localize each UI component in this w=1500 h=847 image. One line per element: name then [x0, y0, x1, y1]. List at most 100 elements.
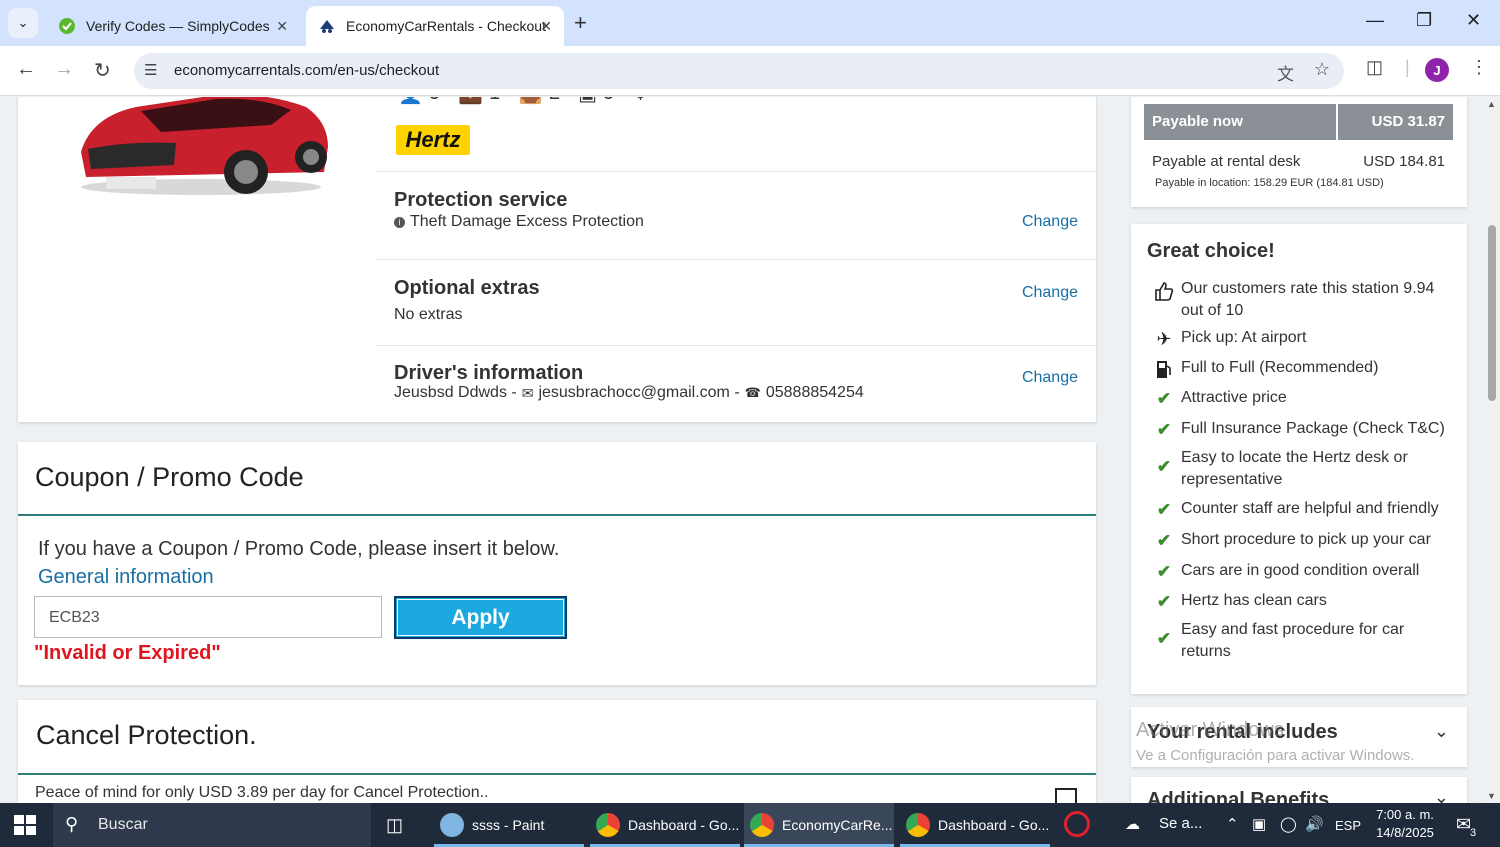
- reload-icon[interactable]: ↻: [94, 58, 111, 83]
- suitcase-icon: 💼: [458, 97, 483, 106]
- profile-avatar[interactable]: J: [1425, 58, 1449, 82]
- close-window-icon[interactable]: ✕: [1466, 10, 1481, 31]
- payable-location-note: Payable in location: 158.29 EUR (184.81 …: [1155, 177, 1384, 189]
- volume-icon[interactable]: 🔊: [1305, 815, 1324, 833]
- weather-icon[interactable]: ☁: [1125, 815, 1140, 833]
- language-indicator[interactable]: ESP: [1335, 818, 1361, 833]
- taskbar-search[interactable]: ⚲ Buscar: [53, 803, 371, 847]
- cancel-protection-title: Cancel Protection.: [36, 720, 257, 750]
- apply-button[interactable]: Apply: [394, 596, 567, 639]
- coupon-error-message: "Invalid or Expired": [34, 642, 221, 664]
- small-bags-spec: 👜 2: [518, 97, 560, 106]
- choice-item: ✔ Easy and fast procedure for car return…: [1147, 619, 1447, 663]
- choice-item-text: Attractive price: [1181, 389, 1287, 406]
- car-image: [81, 97, 328, 195]
- taskbar-app-label: ssss - Paint: [472, 817, 545, 833]
- driver-title: Driver's information: [394, 362, 584, 384]
- choice-item: ✔ Short procedure to pick up your car: [1147, 529, 1447, 551]
- doors-count: 5: [603, 97, 614, 105]
- section-rule: [18, 514, 1096, 516]
- driver-detail-row: Jeusbsd Ddwds - ✉ jesusbrachocc@gmail.co…: [394, 384, 864, 402]
- scroll-down-arrow-icon[interactable]: ▼: [1487, 791, 1496, 801]
- translate-icon[interactable]: 文: [1277, 60, 1294, 85]
- page-scrollbar[interactable]: ▲ ▼: [1484, 97, 1500, 803]
- additional-benefits-card[interactable]: Additional Benefits ⌄: [1131, 777, 1467, 803]
- taskbar-app-label: EconomyCarRe...: [782, 817, 893, 833]
- choice-item-text: Hertz has clean cars: [1181, 592, 1327, 609]
- info-icon: i: [394, 216, 405, 228]
- taskbar-app-label: Dashboard - Go...: [628, 817, 740, 833]
- payable-now-label: Payable now: [1152, 113, 1243, 130]
- driver-phone: 05888854254: [765, 384, 864, 401]
- car-door-icon: ▣: [578, 97, 597, 106]
- choice-item-text: Full Insurance Package (Check T&C): [1181, 420, 1445, 437]
- chevron-down-icon[interactable]: ⌄: [1434, 721, 1449, 742]
- extras-detail: No extras: [394, 306, 463, 323]
- task-view-icon[interactable]: ◫: [386, 815, 403, 836]
- meet-icon[interactable]: ◯: [1280, 815, 1297, 833]
- choice-item-text: Easy to locate the Hertz desk or represe…: [1181, 449, 1408, 488]
- payable-now-amount: USD 31.87: [1371, 113, 1445, 130]
- restore-icon[interactable]: ❐: [1416, 10, 1432, 31]
- more-menu-icon[interactable]: ⋮: [1470, 57, 1488, 78]
- windows-activation-watermark: Activar Windows: [1136, 719, 1284, 741]
- network-icon[interactable]: ▣: [1252, 815, 1266, 833]
- general-information-link[interactable]: General information: [38, 566, 214, 589]
- check-icon: ✔: [1156, 592, 1172, 611]
- chevron-up-icon[interactable]: ⌃: [1226, 815, 1239, 833]
- change-driver-link[interactable]: Change: [1022, 369, 1078, 387]
- url-text[interactable]: economycarrentals.com/en-us/checkout: [174, 62, 439, 79]
- weather-text[interactable]: Se a...: [1159, 815, 1202, 832]
- tab-search-button[interactable]: ⌄: [8, 8, 38, 38]
- taskbar-app-paint[interactable]: ssss - Paint: [434, 803, 584, 847]
- extras-title: Optional extras: [394, 277, 540, 299]
- notifications-icon[interactable]: ✉: [1456, 814, 1471, 835]
- change-extras-link[interactable]: Change: [1022, 284, 1078, 302]
- economycarrentals-favicon-icon: [318, 17, 336, 35]
- payable-now-bar: Payable now USD 31.87: [1144, 104, 1453, 140]
- doors-spec: ▣ 5: [578, 97, 614, 106]
- phone-icon: ☎: [744, 385, 761, 400]
- taskbar-clock[interactable]: 7:00 a. m. 14/8/2025: [1375, 806, 1435, 842]
- back-arrow-icon[interactable]: ←: [16, 58, 36, 81]
- coupon-title: Coupon / Promo Code: [35, 462, 304, 492]
- scroll-up-arrow-icon[interactable]: ▲: [1487, 99, 1496, 109]
- simplycodes-favicon-icon: [58, 17, 76, 35]
- tab-verify-codes[interactable]: Verify Codes — SimplyCodes ✕: [46, 6, 300, 46]
- tab-economycarrentals[interactable]: EconomyCarRentals - Checkout ✕: [306, 6, 564, 46]
- chrome-icon: [906, 813, 930, 837]
- address-bar[interactable]: ☰ economycarrentals.com/en-us/checkout 文…: [134, 53, 1344, 89]
- chevron-down-icon[interactable]: ⌄: [1434, 787, 1449, 803]
- bookmark-star-icon[interactable]: ☆: [1314, 59, 1330, 80]
- close-tab-icon[interactable]: ✕: [276, 18, 288, 35]
- choice-item: ✔ Hertz has clean cars: [1147, 590, 1447, 612]
- browser-tab-bar: ⌄ Verify Codes — SimplyCodes ✕ EconomyCa…: [0, 0, 1500, 46]
- site-info-icon[interactable]: ☰: [144, 61, 157, 79]
- cancel-protection-checkbox[interactable]: [1055, 788, 1077, 803]
- additional-benefits-title[interactable]: Additional Benefits: [1147, 789, 1329, 803]
- check-icon: ✔: [1156, 389, 1172, 408]
- seats-count: 5: [429, 97, 440, 105]
- clock-date: 14/8/2025: [1376, 825, 1434, 840]
- new-tab-plus-icon[interactable]: +: [574, 10, 587, 36]
- notification-count: 3: [1470, 827, 1477, 839]
- choice-item: ✔ Counter staff are helpful and friendly: [1147, 498, 1447, 520]
- forward-arrow-icon[interactable]: →: [54, 58, 74, 81]
- taskbar-app-chrome-active[interactable]: EconomyCarRe...: [744, 803, 894, 847]
- driver-name: Jeusbsd Ddwds -: [394, 384, 517, 401]
- scrollbar-thumb[interactable]: [1488, 225, 1496, 401]
- taskbar-app-chrome[interactable]: Dashboard - Go...: [900, 803, 1050, 847]
- close-tab-icon[interactable]: ✕: [540, 18, 552, 35]
- minimize-icon[interactable]: —: [1366, 10, 1384, 31]
- taskbar-app-chrome[interactable]: Dashboard - Go...: [590, 803, 740, 847]
- opera-icon[interactable]: [1064, 811, 1090, 837]
- fuel-pump-icon: [1147, 357, 1181, 379]
- change-protection-link[interactable]: Change: [1022, 213, 1078, 231]
- great-choice-card: Great choice! Our customers rate this st…: [1131, 224, 1467, 694]
- payable-desk-label: Payable at rental desk: [1152, 153, 1301, 170]
- section-rule: [18, 773, 1096, 775]
- coupon-input[interactable]: ECB23: [34, 596, 382, 638]
- choice-item-text: Cars are in good condition overall: [1181, 562, 1420, 579]
- extensions-puzzle-icon[interactable]: ◫: [1366, 57, 1383, 78]
- windows-start-icon[interactable]: [14, 815, 36, 835]
